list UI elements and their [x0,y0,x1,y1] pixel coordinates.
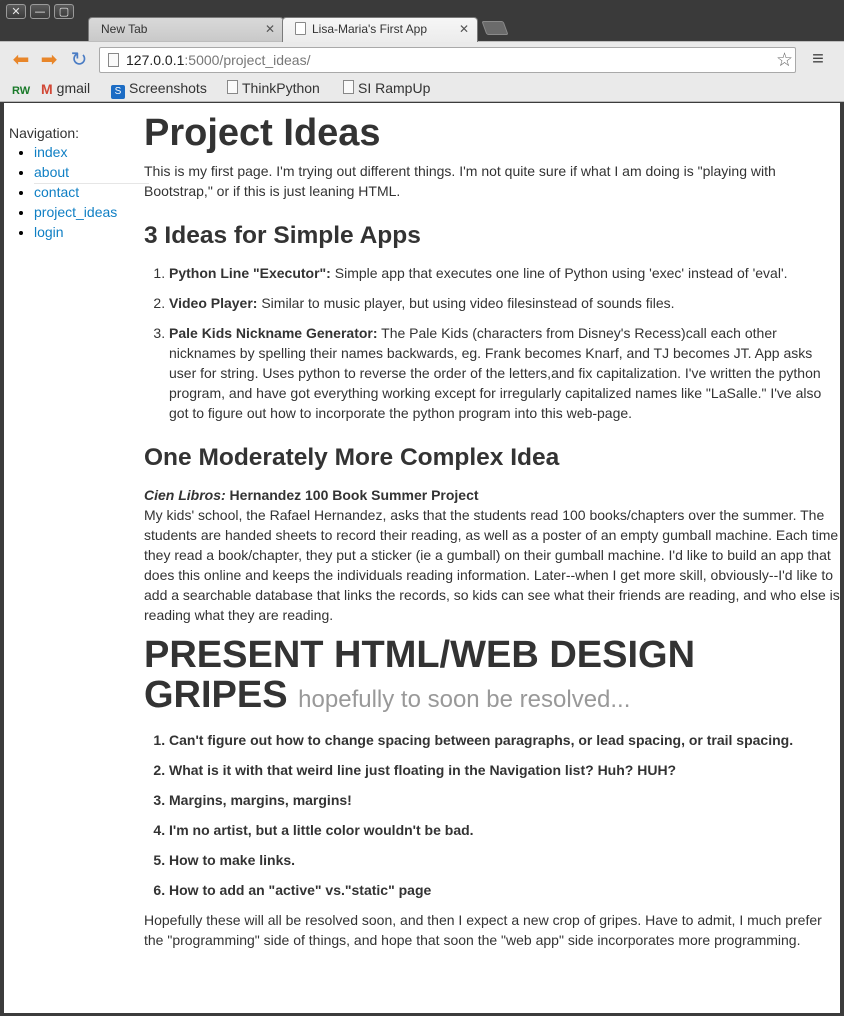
closing-paragraph: Hopefully these will all be resolved soo… [144,912,822,948]
intro-paragraph: This is my first page. I'm trying out di… [144,163,776,199]
list-item: Python Line "Executor": Simple app that … [169,263,840,283]
navigation-label: Navigation: [9,125,80,141]
bookmarks-bar: RW Mgmail S Screenshots ThinkPython SI Ra… [0,78,844,102]
bookmark-label: gmail [56,80,91,96]
minimize-window-button[interactable]: — [30,4,50,19]
screenshots-icon: S [111,85,125,99]
url-host: 127.0.0.1 [126,52,185,68]
gripes-list: Can't figure out how to change spacing b… [169,730,840,900]
bookmark-thinkpython[interactable]: ThinkPython [227,80,320,96]
rw-icon: RW [12,85,31,97]
bookmark-label: Screenshots [129,80,207,96]
nav-item-login: login [34,222,141,242]
bookmark-rw[interactable]: RW [12,80,34,97]
page-icon [295,22,306,35]
list-item: Can't figure out how to change spacing b… [169,730,840,750]
simple-ideas-list: Python Line "Executor": Simple app that … [169,263,840,423]
gripes-heading: PRESENT HTML/WEB DESIGN GRIPES hopefully… [144,635,840,720]
page-viewport: Navigation: index about contact project_… [4,103,840,1013]
page-icon [343,80,354,94]
navigation-list: index about contact project_ideas login [34,142,141,242]
window-controls: ✕ — ▢ [6,4,74,19]
idea-name: Python Line "Executor": [169,265,331,281]
gmail-icon: M [41,81,53,97]
nav-item-index: index [34,142,141,162]
bookmark-label: ThinkPython [242,80,320,96]
browser-window: ✕ — ▢ New Tab ✕ Lisa-Maria's First App ✕… [0,0,844,1016]
url-path: :5000/project_ideas/ [184,52,311,68]
new-tab-button[interactable] [481,21,509,35]
simple-ideas-heading: 3 Ideas for Simple Apps [144,222,421,249]
complex-idea-bold: Hernandez 100 Book Summer Project [225,487,479,503]
nav-link-about[interactable]: about [34,164,69,180]
bookmark-si-rampup[interactable]: SI RampUp [343,80,430,96]
nav-link-login[interactable]: login [34,224,64,240]
nav-link-index[interactable]: index [34,144,67,160]
navigation-sidebar: Navigation: index about contact project_… [9,124,149,242]
bookmark-screenshots[interactable]: S Screenshots [111,80,207,99]
list-item: Pale Kids Nickname Generator: The Pale K… [169,323,840,423]
gripes-subheading: hopefully to soon be resolved... [298,686,631,713]
close-tab-icon[interactable]: ✕ [265,22,275,36]
idea-name: Video Player: [169,295,258,311]
complex-idea-italic: Cien Libros: [144,487,226,503]
nav-item-project-ideas: project_ideas [34,202,141,222]
maximize-window-button[interactable]: ▢ [54,4,74,19]
complex-idea-paragraph: My kids' school, the Rafael Hernandez, a… [144,507,840,623]
reload-icon[interactable]: ↻ [68,49,90,71]
list-item: Video Player: Similar to music player, b… [169,293,840,313]
address-bar[interactable]: 127.0.0.1:5000/project_ideas/ ☆ [99,47,796,73]
idea-text: Simple app that executes one line of Pyt… [330,265,788,281]
complex-idea-heading: One Moderately More Complex Idea [144,444,560,471]
menu-icon[interactable]: ≡ [808,48,828,70]
browser-toolbar: ⬅ ➡ ↻ 127.0.0.1:5000/project_ideas/ ☆ ≡ [0,41,844,78]
tab-strip: ✕ — ▢ New Tab ✕ Lisa-Maria's First App ✕ [0,0,844,42]
tab-lisa-maria-app[interactable]: Lisa-Maria's First App ✕ [282,17,478,42]
list-item: I'm no artist, but a little color wouldn… [169,820,840,840]
forward-arrow-icon[interactable]: ➡ [38,49,60,71]
bookmark-star-icon[interactable]: ☆ [776,49,793,72]
idea-text: Similar to music player, but using video… [257,295,675,311]
nav-link-project-ideas[interactable]: project_ideas [34,204,117,220]
back-arrow-icon[interactable]: ⬅ [10,49,32,71]
list-item: How to make links. [169,850,840,870]
page-icon [108,53,119,67]
tab-label: New Tab [101,22,148,36]
list-item: How to add an "active" vs."static" page [169,880,840,900]
list-item: What is it with that weird line just flo… [169,760,840,780]
nav-item-contact: contact [34,182,141,202]
page-title: Project Ideas [144,112,381,154]
idea-name: Pale Kids Nickname Generator: [169,325,378,341]
list-item: Margins, margins, margins! [169,790,840,810]
tab-new-tab[interactable]: New Tab ✕ [88,17,284,41]
nav-link-contact[interactable]: contact [34,184,79,200]
close-tab-icon[interactable]: ✕ [459,22,469,36]
floating-divider-line [34,183,149,184]
page-icon [227,80,238,94]
main-content: Project Ideas This is my first page. I'm… [144,111,840,950]
bookmark-label: SI RampUp [358,80,431,96]
close-window-button[interactable]: ✕ [6,4,26,19]
complex-idea-title: Cien Libros: Hernandez 100 Book Summer P… [144,485,840,505]
bookmark-gmail[interactable]: Mgmail [41,80,90,97]
nav-item-about: about [34,162,141,182]
tab-label: Lisa-Maria's First App [312,22,427,36]
